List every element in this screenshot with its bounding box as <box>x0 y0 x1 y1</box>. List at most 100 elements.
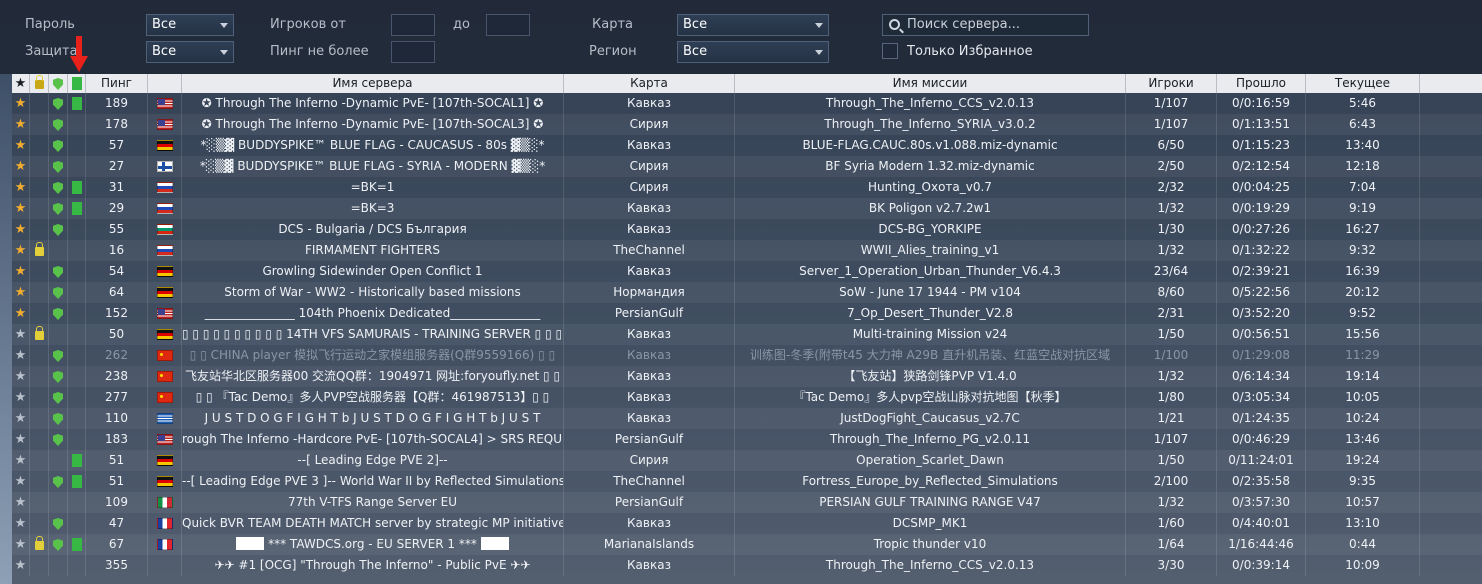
cell-shield <box>49 534 68 555</box>
server-name: ▯ ▯ ▯ ▯ ▯ ▯ ▯ ▯ ▯ ▯ 14TH VFS SAMURAIS - … <box>182 327 564 341</box>
table-row[interactable]: ★ 27 *░▒▓ BUDDYSPIKE™ BLUE FLAG - SYRIA - … <box>12 156 1482 177</box>
server-name-column-header[interactable]: Имя сервера <box>182 74 564 93</box>
cell-flag <box>148 114 182 135</box>
mission-column-header[interactable]: Имя миссии <box>735 74 1126 93</box>
lock-icon <box>34 326 44 340</box>
table-row[interactable]: ★ 262 ▯ ▯ CHINA player 模拟飞行运动之家模组服务器(Q群955… <box>12 345 1482 366</box>
region-filter-dropdown[interactable]: Все <box>677 41 829 63</box>
favorite-star-icon[interactable]: ★ <box>15 138 27 153</box>
players-from-input[interactable] <box>391 14 435 36</box>
favorite-star-icon[interactable]: ★ <box>15 453 27 468</box>
cell-current: 7:04 <box>1306 177 1420 198</box>
table-row[interactable]: ★ 54 Growling Sidewinder Open Conflict 1 Ка… <box>12 261 1482 282</box>
players-value: 1/32 <box>1157 243 1185 257</box>
favorite-star-icon[interactable]: ★ <box>15 390 27 405</box>
mod-column-header[interactable] <box>68 74 86 93</box>
cell-fav: ★ <box>12 240 30 261</box>
cell-players: 2/50 <box>1126 156 1217 177</box>
country-flag-icon <box>156 119 173 130</box>
map-column-header[interactable]: Карта <box>564 74 735 93</box>
country-flag-icon <box>156 392 173 403</box>
favorite-star-icon[interactable]: ★ <box>15 369 27 384</box>
favorite-star-icon[interactable]: ★ <box>15 411 27 426</box>
table-row[interactable]: ★ 31 =BK=1 Сирия Hunting_Охота_v0.7 2/32 0/0:0… <box>12 177 1482 198</box>
table-row[interactable]: ★ 51 --[ Leading Edge PVE 3 ]-- World War … <box>12 471 1482 492</box>
cell-current: 10:09 <box>1306 555 1420 576</box>
favorite-star-icon[interactable]: ★ <box>15 264 27 279</box>
favorite-star-icon[interactable]: ★ <box>15 327 27 342</box>
table-row[interactable]: ★ 29 =BK=3 Кавказ BK Poligon v2.7.2w1 1/32 0/0… <box>12 198 1482 219</box>
players-to-input[interactable] <box>486 14 530 36</box>
cell-shield <box>49 93 68 114</box>
favorites-only-checkbox[interactable] <box>882 43 898 59</box>
cell-fav: ★ <box>12 198 30 219</box>
favorite-star-icon[interactable]: ★ <box>15 432 27 447</box>
favorite-star-icon[interactable]: ★ <box>15 285 27 300</box>
table-row[interactable]: ★ 277 ▯ ▯ 『Tac Demo』多人PVP空战服务器【Q群：46198751… <box>12 387 1482 408</box>
cell-elapsed: 0/1:13:51 <box>1217 114 1306 135</box>
favorite-star-icon[interactable]: ★ <box>15 537 27 552</box>
elapsed-column-header[interactable]: Прошло <box>1217 74 1306 93</box>
table-row[interactable]: ★ 238 飞友站华北区服务器00 交流QQ群：1904971 网址:foryouf… <box>12 366 1482 387</box>
lock-icon <box>34 242 44 256</box>
current-value: 13:10 <box>1345 516 1380 530</box>
favorite-star-icon[interactable]: ★ <box>15 180 27 195</box>
current-value: 9:19 <box>1349 201 1376 215</box>
map-filter-dropdown[interactable]: Все <box>677 14 829 36</box>
favorite-star-icon[interactable]: ★ <box>15 516 27 531</box>
table-row[interactable]: ★ 57 *░▒▓ BUDDYSPIKE™ BLUE FLAG - CAUCASUS… <box>12 135 1482 156</box>
table-row[interactable]: ★ 64 Storm of War - WW2 - Historically bas… <box>12 282 1482 303</box>
cell-flag <box>148 408 182 429</box>
cell-elapsed: 0/1:32:22 <box>1217 240 1306 261</box>
favorite-star-icon[interactable]: ★ <box>15 243 27 258</box>
table-row[interactable]: ★ 55 DCS - Bulgaria / DCS България Кавказ DC… <box>12 219 1482 240</box>
ping-value: 29 <box>108 201 125 215</box>
favorite-column-header[interactable]: ★ <box>12 74 30 93</box>
ping-max-input[interactable] <box>391 41 435 63</box>
table-row[interactable]: ★ 110 J U S T D O G F I G H T b J U S T D … <box>12 408 1482 429</box>
table-row[interactable]: ★ 47 Quick BVR TEAM DEATH MATCH server by … <box>12 513 1482 534</box>
table-row[interactable]: ★ 183 rough The Inferno -Hardcore PvE- [10… <box>12 429 1482 450</box>
favorite-star-icon[interactable]: ★ <box>15 495 27 510</box>
favorite-star-icon[interactable]: ★ <box>15 222 27 237</box>
favorite-star-icon[interactable]: ★ <box>15 306 27 321</box>
ping-value: 189 <box>105 96 128 110</box>
table-row[interactable]: ★ 16 FIRMAMENT FIGHTERS TheChannel WWII_Alie… <box>12 240 1482 261</box>
cell-server: --[ Leading Edge PVE 3 ]-- World War II … <box>182 471 564 492</box>
password-column-header[interactable] <box>30 74 49 93</box>
table-row[interactable]: ★ 178 ✪ Through The Inferno -Dynamic PvE- … <box>12 114 1482 135</box>
favorite-star-icon[interactable]: ★ <box>15 474 27 489</box>
favorite-star-icon[interactable]: ★ <box>15 117 27 132</box>
table-row[interactable]: ★ 355 ✈✈ #1 [OCG] "Through The Inferno" - … <box>12 555 1482 576</box>
favorite-star-icon[interactable]: ★ <box>15 159 27 174</box>
table-row[interactable]: ★ 50 ▯ ▯ ▯ ▯ ▯ ▯ ▯ ▯ ▯ ▯ 14TH VFS SAMURAIS… <box>12 324 1482 345</box>
favorite-star-icon[interactable]: ★ <box>15 558 27 573</box>
server-name: Growling Sidewinder Open Conflict 1 <box>262 264 483 278</box>
table-row[interactable]: ★ 51 --[ Leading Edge PVE 2]-- Сирия Operati… <box>12 450 1482 471</box>
map-value: Сирия <box>629 453 669 467</box>
favorite-star-icon[interactable]: ★ <box>15 96 27 111</box>
protection-filter-dropdown[interactable]: Все <box>146 41 234 63</box>
country-column-header[interactable] <box>148 74 182 93</box>
table-row[interactable]: ★ 152 _______________ 104th Phoenix Dedica… <box>12 303 1482 324</box>
shield-icon <box>53 182 63 194</box>
cell-elapsed: 0/4:40:01 <box>1217 513 1306 534</box>
favorite-star-icon[interactable]: ★ <box>15 201 27 216</box>
password-filter-dropdown[interactable]: Все <box>146 14 234 36</box>
table-row[interactable]: ★ 67 *** TAWDCS.org - EU SERVER 1 *** Maria… <box>12 534 1482 555</box>
players-value: 8/60 <box>1157 285 1185 299</box>
table-row[interactable]: ★ 109 77th V-TFS Range Server EU PersianGul… <box>12 492 1482 513</box>
mission-value: 训练图-冬季(附带t45 大力神 A29B 直升机吊装、红蓝空战对抗区域 <box>749 348 1111 362</box>
favorite-star-icon[interactable]: ★ <box>15 348 27 363</box>
cell-mission: DCS-BG_YORKIPE <box>735 219 1126 240</box>
ping-column-header[interactable]: Пинг <box>86 74 148 93</box>
table-row[interactable]: ★ 189 ✪ Through The Inferno -Dynamic PvE- … <box>12 93 1482 114</box>
server-name: J U S T D O G F I G H T b J U S T D O G … <box>204 411 541 425</box>
current-time-column-header[interactable]: Текущее <box>1306 74 1420 93</box>
players-column-header[interactable]: Игроки <box>1126 74 1217 93</box>
cell-elapsed: 1/16:44:46 <box>1217 534 1306 555</box>
protection-column-header[interactable] <box>49 74 68 93</box>
cell-green <box>68 240 86 261</box>
server-search-input[interactable]: Поиск сервера... <box>882 14 1089 36</box>
ping-value: 47 <box>108 516 125 530</box>
